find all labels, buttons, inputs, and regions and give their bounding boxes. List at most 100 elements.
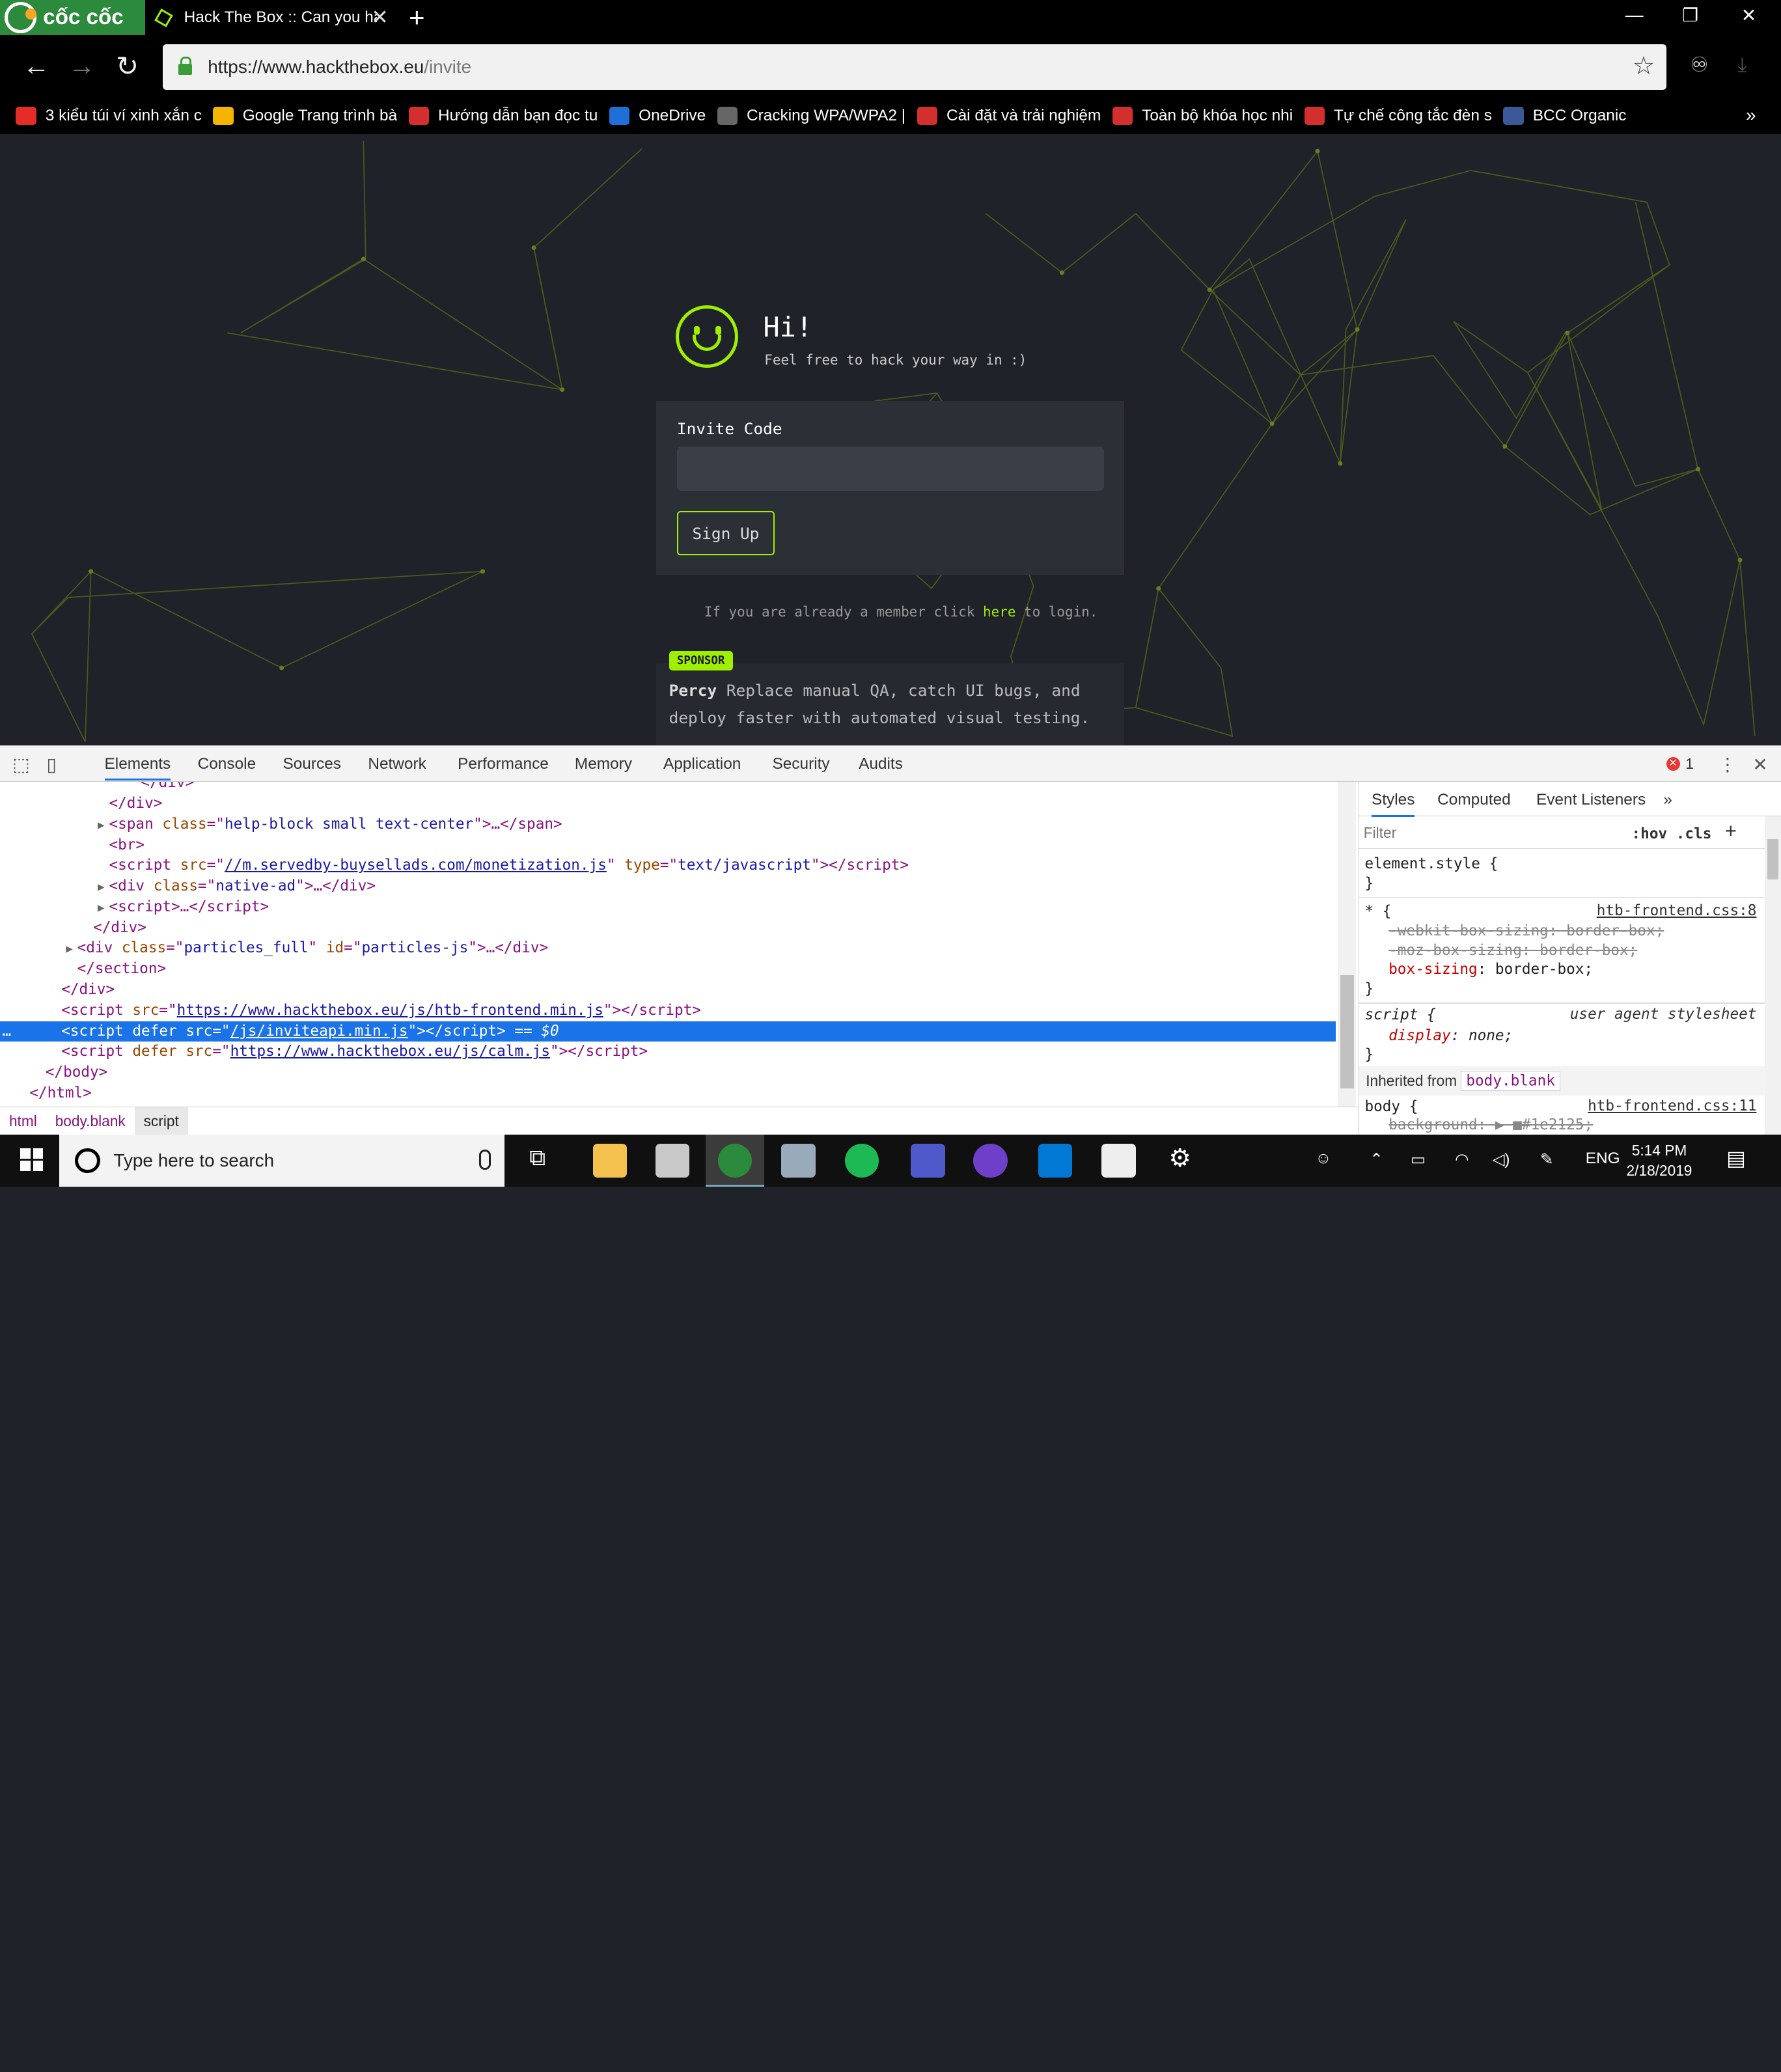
devtools-tab-security[interactable]: Security	[772, 755, 829, 773]
taskbar-search[interactable]: Type here to search	[59, 1135, 504, 1187]
styles-tab[interactable]: Styles	[1371, 791, 1415, 818]
dom-node[interactable]: </body>	[0, 1062, 1336, 1083]
bookmark-item[interactable]: Tự chế công tắc đèn s	[1304, 107, 1492, 125]
sign-up-button[interactable]: Sign Up	[676, 511, 775, 556]
wifi-icon[interactable]: ◠	[1455, 1150, 1469, 1169]
devtools-close-icon[interactable]: ✕	[1752, 754, 1767, 775]
devtools-tab-audits[interactable]: Audits	[859, 755, 903, 773]
show-hidden-icons-icon[interactable]: ⌃	[1370, 1150, 1383, 1169]
breadcrumb-item[interactable]: body.blank	[46, 1107, 135, 1136]
selected-dom-node[interactable]: … <script defer src="/js/inviteapi.min.js…	[0, 1021, 1336, 1042]
browser-tab[interactable]: Hack The Box :: Can you hack your way in…	[145, 0, 400, 36]
invite-code-input[interactable]	[676, 446, 1104, 491]
bookmark-item[interactable]: Cài đặt và trải nghiệm	[917, 107, 1101, 125]
teams-icon[interactable]	[911, 1144, 945, 1178]
login-link[interactable]: here	[983, 604, 1015, 620]
reload-button[interactable]: ↻	[116, 50, 139, 82]
inspect-element-icon[interactable]: ⬚	[12, 754, 29, 775]
spotify-icon[interactable]	[845, 1144, 879, 1178]
styles-scrollbar[interactable]	[1765, 816, 1781, 1136]
dom-node[interactable]: ▶ <div class="particles_full" id="particl…	[0, 938, 1336, 958]
elements-tree[interactable]: </div> </div> ▶ <span class="help-block sma…	[0, 782, 1336, 1107]
dom-node[interactable]: <script src="https://www.hackthebox.eu/j…	[0, 1001, 1336, 1021]
elements-scrollbar[interactable]	[1338, 782, 1357, 1107]
sticky-notes-icon[interactable]	[655, 1144, 690, 1178]
battery-icon[interactable]: ▭	[1411, 1150, 1426, 1169]
bookmark-item[interactable]: Google Trang trình bà	[213, 107, 397, 125]
windows-start-icon[interactable]	[20, 1148, 44, 1171]
dom-node[interactable]: ▶ <span class="help-block small text-cent…	[0, 814, 1336, 835]
bookmark-item[interactable]: BCC Organic	[1503, 107, 1626, 125]
devtools-tab-application[interactable]: Application	[663, 755, 741, 773]
dom-node[interactable]: </html>	[0, 1083, 1336, 1103]
devtools-tab-console[interactable]: Console	[198, 755, 256, 773]
back-button[interactable]: ←	[23, 50, 50, 81]
file-explorer-icon[interactable]	[592, 1144, 628, 1178]
breadcrumb-item[interactable]: html	[0, 1107, 46, 1136]
devtools-tab-memory[interactable]: Memory	[575, 755, 632, 773]
devtools-tab-network[interactable]: Network	[368, 755, 426, 773]
bookmark-item[interactable]: Hướng dẫn bạn đọc tu	[408, 107, 598, 125]
close-tab-icon[interactable]: ✕	[371, 6, 388, 29]
language-indicator[interactable]: ENG	[1586, 1150, 1620, 1168]
people-icon[interactable]: ☺	[1315, 1150, 1331, 1168]
remote-desktop-icon[interactable]	[781, 1144, 816, 1178]
devtools-menu-icon[interactable]: ⋮	[1719, 754, 1737, 775]
dom-node[interactable]: </div>	[0, 918, 1336, 938]
inherited-from-link[interactable]: body.blank	[1461, 1070, 1560, 1092]
dom-node[interactable]: </div>	[0, 782, 1336, 793]
github-desktop-icon[interactable]	[973, 1144, 1008, 1178]
devtools-tab-sources[interactable]: Sources	[283, 755, 341, 773]
styles-tab[interactable]: Event Listeners	[1536, 791, 1646, 809]
device-toolbar-icon[interactable]: ▯	[47, 754, 57, 775]
coccoc-taskbar-icon[interactable]	[717, 1144, 752, 1178]
microphone-icon[interactable]	[479, 1149, 491, 1170]
minimize-button[interactable]: —	[1625, 5, 1644, 25]
universal-rule-source[interactable]: htb-frontend.css:8	[1597, 902, 1757, 919]
forward-button[interactable]: →	[68, 50, 96, 81]
expand-triangle-icon[interactable]: ▶	[98, 877, 109, 898]
restore-button[interactable]: ❐	[1682, 5, 1698, 26]
bookmark-item[interactable]: Cracking WPA/WPA2 |	[717, 107, 905, 125]
dom-node[interactable]: <script defer src="https://www.hackthebo…	[0, 1042, 1336, 1062]
dom-node[interactable]: <script src="//m.servedby-buysellads.com…	[0, 855, 1336, 876]
vscode-icon[interactable]	[1038, 1144, 1073, 1178]
devtools-tab-elements[interactable]: Elements	[104, 755, 171, 781]
bookmarks-more-button[interactable]: »	[1746, 105, 1756, 126]
styles-tab[interactable]: Computed	[1437, 791, 1511, 809]
extensions-icon[interactable]: ♾	[1690, 53, 1708, 77]
dom-node[interactable]: ▶ <div class="native-ad">…</div>	[0, 876, 1336, 896]
photos-icon[interactable]	[1101, 1144, 1136, 1178]
styles-filter-input[interactable]	[1363, 822, 1614, 845]
new-tab-button[interactable]: +	[409, 2, 424, 33]
dom-node[interactable]: </div>	[0, 980, 1336, 1000]
dom-node[interactable]: <br>	[0, 835, 1336, 855]
bookmark-star-icon[interactable]: ☆	[1633, 51, 1655, 81]
error-counter[interactable]: ✕ 1	[1666, 755, 1694, 773]
body-rule-source[interactable]: htb-frontend.css:11	[1588, 1098, 1756, 1114]
address-bar[interactable]: https://www.hackthebox.eu/invite ☆	[162, 44, 1666, 90]
download-icon[interactable]: ⤓	[1738, 53, 1747, 77]
sponsor-ad[interactable]: Percy Replace manual QA, catch UI bugs, …	[656, 663, 1125, 745]
expand-triangle-icon[interactable]: ▶	[66, 939, 77, 960]
expand-triangle-icon[interactable]: ▶	[98, 816, 109, 836]
bookmark-item[interactable]: 3 kiểu túi ví xinh xắn c	[16, 107, 202, 125]
expand-triangle-icon[interactable]: ▶	[98, 898, 109, 919]
dom-node[interactable]: </section>	[0, 959, 1336, 979]
task-view-icon[interactable]: ⧉	[529, 1145, 545, 1171]
hov-cls-toggle[interactable]: :hov .cls	[1632, 825, 1712, 842]
dom-node[interactable]: ▶ <script>…</script>	[0, 897, 1336, 917]
styles-tab[interactable]: »	[1663, 791, 1672, 809]
bookmark-item[interactable]: Toàn bộ khóa học nhi	[1112, 107, 1293, 125]
clock[interactable]: 5:14 PM 2/18/2019	[1627, 1140, 1692, 1181]
pen-icon[interactable]: ✎	[1540, 1150, 1553, 1169]
bookmark-item[interactable]: OneDrive	[609, 107, 706, 125]
volume-icon[interactable]: ◁)	[1493, 1150, 1510, 1169]
dom-node[interactable]: </div>	[0, 794, 1336, 814]
devtools-tab-performance[interactable]: Performance	[458, 755, 549, 773]
settings-gear-icon[interactable]: ⚙	[1168, 1144, 1191, 1173]
action-center-icon[interactable]: ▤	[1726, 1147, 1746, 1170]
close-window-button[interactable]: ✕	[1741, 5, 1756, 26]
coccoc-menu-button[interactable]: cốc cốc	[0, 0, 146, 36]
breadcrumb-item[interactable]: script	[134, 1107, 188, 1136]
